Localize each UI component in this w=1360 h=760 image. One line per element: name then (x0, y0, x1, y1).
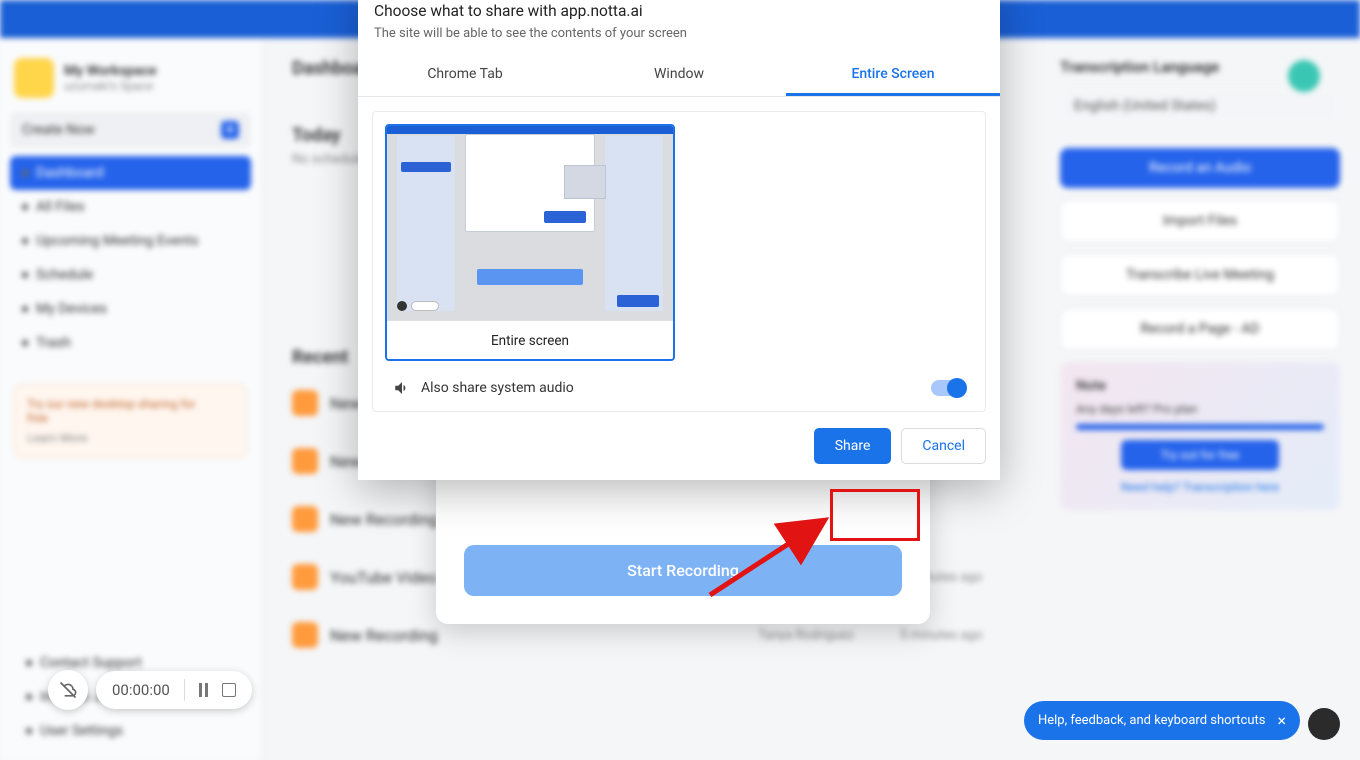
language-select[interactable]: English (United States) (1060, 88, 1340, 124)
dialog-body: Entire screen Also share system audio (372, 111, 986, 412)
screen-option-entire[interactable]: Entire screen (385, 124, 675, 361)
import-files-button[interactable]: Import Files (1060, 200, 1340, 242)
note-desc: Any days left? Pro plan (1076, 402, 1324, 416)
share-screen-dialog: Choose what to share with app.notta.ai T… (358, 0, 1000, 480)
sidebar-item-schedule[interactable]: Schedule (10, 258, 251, 292)
sidebar-item-label: All Files (36, 199, 85, 215)
sidebar-item-dashboard[interactable]: Dashboard (10, 156, 251, 190)
note-title: Note (1076, 378, 1324, 394)
help-text: Help, feedback, and keyboard shortcuts (1038, 713, 1266, 728)
pause-icon[interactable] (199, 683, 208, 697)
audio-share-toggle[interactable] (931, 380, 965, 396)
dialog-title: Choose what to share with app.notta.ai (374, 2, 984, 20)
item-title: New Recording (330, 626, 746, 645)
item-title: New Recording (330, 510, 438, 529)
tab-window[interactable]: Window (572, 55, 786, 96)
dialog-subtitle: The site will be able to see the content… (374, 26, 984, 41)
record-audio-button[interactable]: Record an Audio (1060, 148, 1340, 188)
item-date: 5 minutes ago (900, 628, 1010, 643)
promo-sub: Learn More (27, 431, 234, 445)
note-cta[interactable]: Try out for free (1121, 440, 1280, 470)
file-icon (292, 564, 318, 590)
create-label: Create Now (22, 122, 95, 138)
trash-icon[interactable] (222, 683, 236, 697)
recorder-widget[interactable]: 00:00:00 (48, 670, 252, 710)
sidebar-item-upcoming[interactable]: Upcoming Meeting Events (10, 224, 251, 258)
note-link[interactable]: Need help? Transcription here (1076, 480, 1324, 494)
dialog-actions: Share Cancel (358, 412, 1000, 464)
sidebar-item-trash[interactable]: Trash (10, 326, 251, 360)
sidebar: My Workspace uzumaki's Space Create Now … (0, 38, 262, 760)
screen-option-label: Entire screen (387, 321, 673, 359)
transcribe-button[interactable]: Transcribe Live Meeting (1060, 254, 1340, 296)
promo-card[interactable]: Try our new desktop sharing for free Lea… (14, 384, 247, 458)
screen-preview (387, 126, 673, 321)
tab-entire-screen[interactable]: Entire Screen (786, 55, 1000, 96)
audio-share-label: Also share system audio (421, 380, 574, 396)
promo-line: Try our new desktop sharing for (27, 397, 234, 411)
promo-line: free (27, 411, 234, 425)
speaker-icon (393, 379, 411, 397)
help-pill[interactable]: Help, feedback, and keyboard shortcuts × (1024, 701, 1300, 740)
cancel-button[interactable]: Cancel (901, 428, 986, 464)
sidebar-item-label: Contact Support (40, 655, 142, 671)
sidebar-item-label: Upcoming Meeting Events (36, 233, 199, 249)
file-icon (292, 506, 318, 532)
record-page-button[interactable]: Record a Page - AD (1060, 308, 1340, 350)
share-button[interactable]: Share (814, 428, 892, 464)
sidebar-footer-settings[interactable]: User Settings (14, 714, 251, 748)
start-recording-button[interactable]: Start Recording (464, 545, 902, 596)
sidebar-item-all-files[interactable]: All Files (10, 190, 251, 224)
sidebar-item-label: My Devices (36, 301, 107, 317)
plus-icon: + (221, 121, 239, 139)
workspace-header[interactable]: My Workspace uzumaki's Space (10, 50, 251, 112)
right-panel: Transcription Language English (United S… (1040, 38, 1360, 760)
create-now-button[interactable]: Create Now + (10, 112, 251, 148)
cloud-off-icon[interactable] (48, 670, 88, 710)
sidebar-item-label: Schedule (36, 267, 93, 283)
file-icon (292, 448, 318, 474)
workspace-icon (14, 58, 54, 98)
sidebar-item-label: Dashboard (36, 165, 104, 181)
tab-chrome-tab[interactable]: Chrome Tab (358, 55, 572, 96)
dialog-tabs: Chrome Tab Window Entire Screen (358, 55, 1000, 97)
note-card: Note Any days left? Pro plan Try out for… (1060, 362, 1340, 510)
audio-share-row: Also share system audio (385, 361, 973, 411)
sidebar-item-label: Trash (36, 335, 71, 351)
close-icon[interactable]: × (1277, 711, 1286, 730)
workspace-detail: uzumaki's Space (64, 79, 157, 93)
item-owner: Tanya Rodriguez (758, 628, 888, 643)
avatar[interactable] (1288, 60, 1320, 92)
sidebar-item-devices[interactable]: My Devices (10, 292, 251, 326)
recorder-time: 00:00:00 (112, 681, 170, 699)
workspace-name: My Workspace (64, 63, 157, 79)
sidebar-item-label: User Settings (40, 723, 123, 739)
file-icon (292, 622, 318, 648)
file-icon (292, 390, 318, 416)
help-round-button[interactable] (1308, 708, 1340, 740)
